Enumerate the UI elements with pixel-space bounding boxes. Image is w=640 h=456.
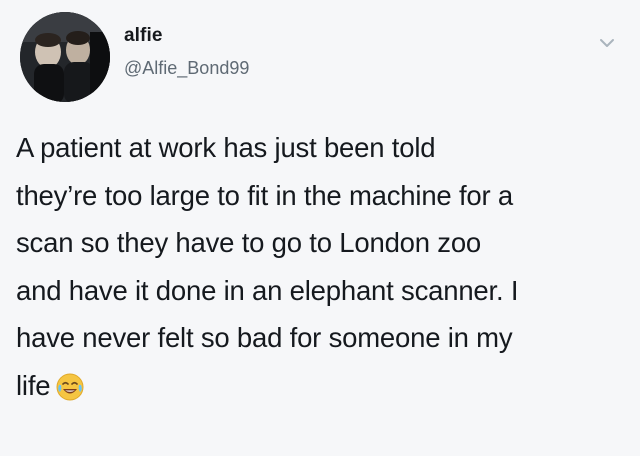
tweet-text-line: scan so they have to go to London zoo: [16, 227, 482, 258]
avatar-photo: [20, 12, 110, 102]
tweet-card: alfie @Alfie_Bond99 A patient at work ha…: [0, 0, 640, 456]
crying-laughing-emoji-icon: [56, 368, 84, 400]
tweet-text-line: life: [16, 369, 51, 401]
tweet-text-last-line: life: [16, 362, 628, 410]
tweet-text-line: they’re too large to fit in the machine …: [16, 179, 513, 211]
tweet-text-line: have never felt so bad for someone in my: [16, 322, 513, 353]
chevron-down-icon[interactable]: [596, 32, 618, 54]
tweet-text: A patient at work has just been told the…: [16, 124, 628, 409]
display-name[interactable]: alfie: [124, 25, 163, 47]
profile-avatar[interactable]: [20, 12, 110, 102]
tweet-text-line: A patient at work has just been told: [16, 132, 436, 163]
tweet-text-line: and have it done in an elephant scanner.…: [16, 274, 519, 306]
user-handle[interactable]: @Alfie_Bond99: [124, 58, 249, 79]
